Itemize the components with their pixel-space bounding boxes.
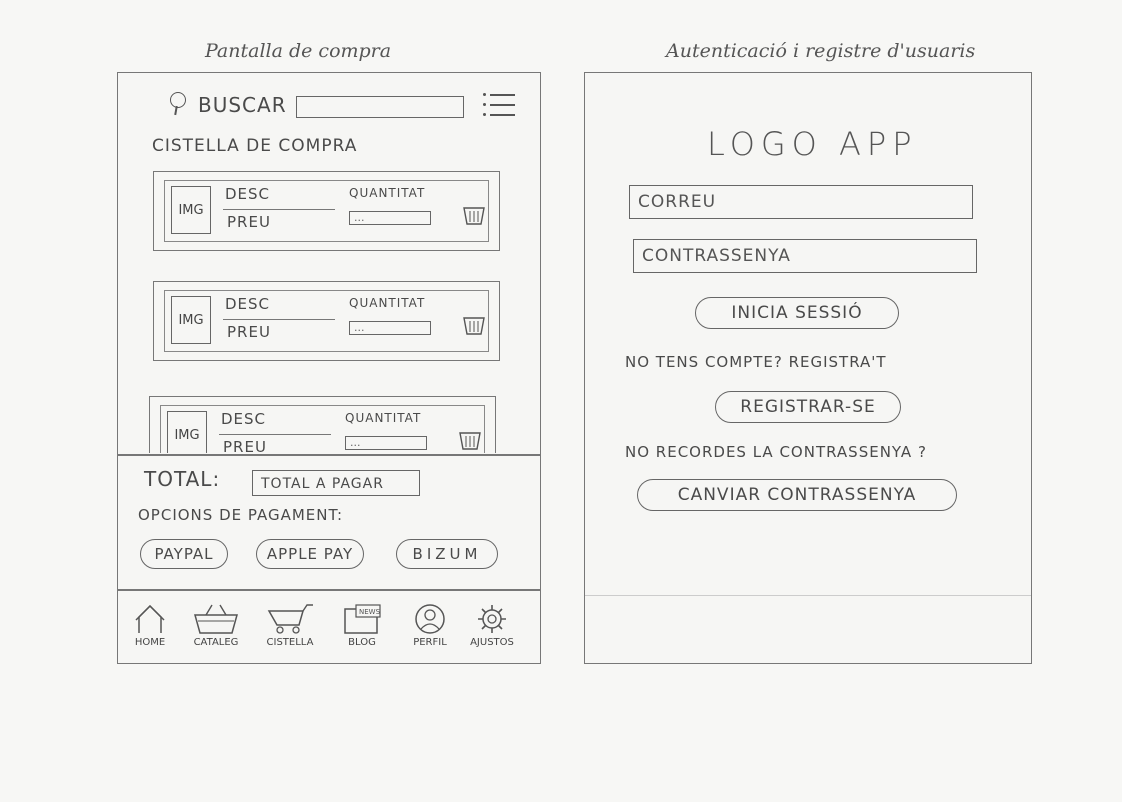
quantity-input[interactable]: ... (349, 321, 431, 335)
nav-settings[interactable]: AJUSTOS (462, 603, 522, 659)
app-logo: LOGO APP (707, 125, 918, 163)
footer-divider (585, 595, 1031, 596)
product-image-placeholder: IMG (171, 186, 211, 234)
product-price: PREU (223, 438, 267, 453)
product-description: DESC (221, 410, 267, 428)
product-price: PREU (227, 323, 271, 341)
trash-icon[interactable] (462, 203, 486, 227)
quantity-label: QUANTITAT (345, 411, 422, 425)
product-price: PREU (227, 213, 271, 231)
product-description: DESC (225, 295, 271, 313)
product-image-placeholder: IMG (167, 411, 207, 453)
gear-icon (478, 605, 506, 633)
quantity-input[interactable]: ... (349, 211, 431, 225)
quantity-input[interactable]: ... (345, 436, 427, 450)
no-account-text: NO TENS COMPTE? REGISTRA'T (625, 353, 887, 371)
search-icon[interactable] (170, 92, 186, 108)
shop-screen-caption: Pantalla de compra (205, 40, 392, 62)
login-button[interactable]: INICIA SESSIÓ (695, 297, 899, 329)
nav-catalog[interactable]: CATALEG (186, 603, 246, 659)
trash-icon[interactable] (458, 428, 482, 452)
register-button[interactable]: REGISTRAR-SE (715, 391, 901, 423)
trash-icon[interactable] (462, 313, 486, 337)
home-icon (135, 604, 165, 633)
product-image-placeholder: IMG (171, 296, 211, 344)
bizum-button[interactable]: BIZUM (396, 539, 498, 569)
nav-blog[interactable]: NEWS BLOG (332, 603, 392, 659)
product-description: DESC (225, 185, 271, 203)
nav-cart[interactable]: CISTELLA (260, 603, 320, 659)
news-icon-label: NEWS (359, 608, 381, 616)
nav-blog-label: BLOG (348, 637, 376, 648)
total-amount-field: TOTAL A PAGAR (252, 470, 420, 496)
cart-item: IMG DESC PREU QUANTITAT ... (149, 396, 496, 453)
hamburger-menu-icon[interactable] (483, 93, 515, 117)
quantity-label: QUANTITAT (349, 186, 426, 200)
profile-icon (415, 604, 445, 634)
paypal-button[interactable]: PAYPAL (140, 539, 228, 569)
password-field[interactable]: CONTRASSENYA (633, 239, 977, 273)
payment-options-title: OPCIONS DE PAGAMENT: (138, 506, 344, 524)
auth-screen: LOGO APP CORREU CONTRASSENYA INICIA SESS… (584, 72, 1032, 664)
nav-settings-label: AJUSTOS (470, 637, 514, 648)
nav-catalog-label: CATALEG (193, 637, 239, 648)
cart-title: CISTELLA DE COMPRA (152, 136, 358, 156)
auth-screen-caption: Autenticació i registre d'usuaris (666, 40, 976, 62)
nav-home[interactable]: HOME (120, 603, 180, 659)
nav-profile[interactable]: PERFIL (400, 603, 460, 659)
change-password-button[interactable]: CANVIAR CONTRASSENYA (637, 479, 957, 511)
quantity-label: QUANTITAT (349, 296, 426, 310)
email-field[interactable]: CORREU (629, 185, 973, 219)
search-label: BUSCAR (198, 93, 287, 117)
search-input[interactable] (296, 96, 464, 118)
total-label: TOTAL: (144, 467, 221, 491)
nav-home-label: HOME (134, 637, 166, 648)
forgot-password-text: NO RECORDES LA CONTRASSENYA ? (625, 443, 927, 461)
cart-item: IMG DESC PREU QUANTITAT ... (153, 171, 500, 251)
shop-screen: BUSCAR CISTELLA DE COMPRA IMG DESC PREU … (117, 72, 541, 664)
catalog-basket-icon (194, 604, 238, 634)
nav-profile-label: PERFIL (413, 637, 447, 648)
news-icon: NEWS (344, 604, 381, 634)
apple-pay-button[interactable]: APPLE PAY (256, 539, 364, 569)
nav-cart-label: CISTELLA (266, 637, 314, 648)
cart-icon (267, 604, 313, 634)
cart-item: IMG DESC PREU QUANTITAT ... (153, 281, 500, 361)
